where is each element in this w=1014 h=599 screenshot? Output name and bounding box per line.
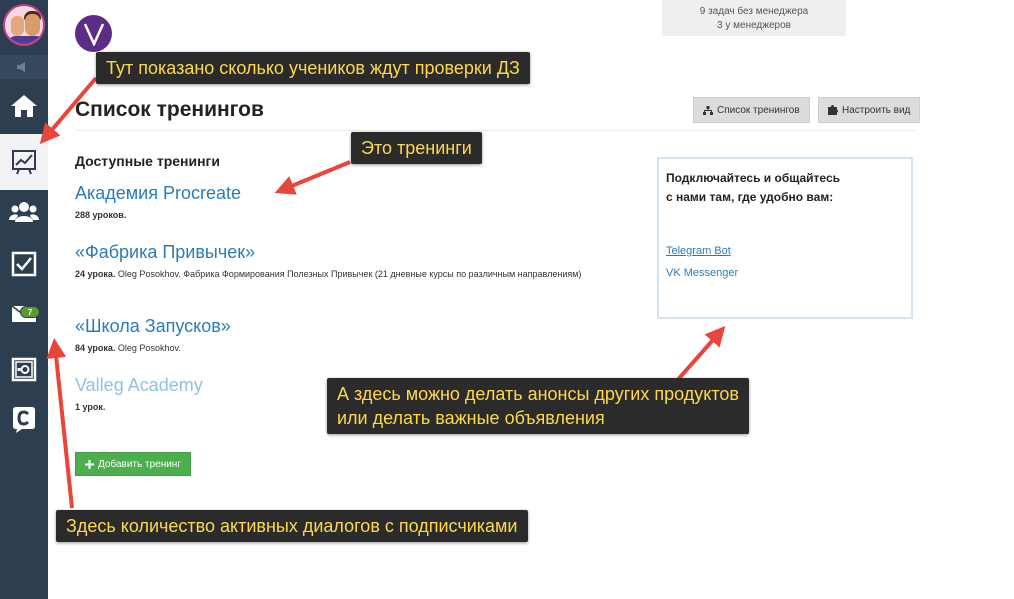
avatar-face-right bbox=[25, 14, 40, 36]
user-avatar[interactable] bbox=[3, 4, 45, 46]
sidebar-item-users[interactable] bbox=[0, 184, 48, 240]
training-title-link[interactable]: «Школа Запусков» bbox=[75, 315, 605, 337]
training-list-button-label: Список тренингов bbox=[717, 104, 800, 116]
training-meta: 84 урока. Oleg Posokhov. bbox=[75, 341, 605, 356]
trainings-annotation: Это тренинги bbox=[351, 132, 482, 164]
customize-view-button[interactable]: Настроить вид bbox=[818, 97, 921, 123]
lesson-count: 1 урок. bbox=[75, 402, 106, 412]
training-item: Академия Procreate 288 уроков. bbox=[75, 182, 605, 223]
page: 7 9 задач без менеджера 3 у менеджеров С… bbox=[0, 0, 1014, 599]
training-meta: 288 уроков. bbox=[75, 208, 605, 223]
homework-annotation: Тут показано сколько учеников ждут прове… bbox=[96, 52, 530, 84]
announce-annotation-line2: или делать важные объявления bbox=[337, 408, 605, 428]
tasks-with-managers: 3 у менеджеров bbox=[717, 20, 791, 31]
c-logo-icon bbox=[13, 407, 35, 433]
add-training-button[interactable]: Добавить тренинг bbox=[75, 452, 191, 476]
plus-icon bbox=[85, 459, 95, 469]
sidebar: 7 bbox=[0, 0, 48, 599]
sidebar-item-tasks[interactable] bbox=[0, 236, 48, 292]
sidebar-item-stats[interactable] bbox=[0, 134, 48, 190]
tasks-without-manager: 9 задач без менеджера bbox=[699, 6, 809, 17]
messages-count-badge: 7 bbox=[20, 306, 40, 318]
telegram-bot-link[interactable]: Telegram Bot bbox=[666, 245, 904, 257]
header-divider bbox=[75, 130, 917, 131]
sidebar-item-safe[interactable] bbox=[0, 342, 48, 398]
training-list-button[interactable]: Список тренингов bbox=[693, 97, 810, 123]
users-icon bbox=[9, 202, 39, 222]
announce-annotation-line1: А здесь можно делать анонсы других проду… bbox=[337, 384, 739, 404]
avatar-body bbox=[9, 36, 43, 44]
contact-heading-line1: Подключайтесь и общайтесь bbox=[666, 171, 840, 185]
announce-arrow bbox=[672, 326, 726, 386]
sidebar-item-messages[interactable]: 7 bbox=[0, 290, 48, 346]
lesson-count: 24 урока. bbox=[75, 269, 116, 279]
vk-messenger-link[interactable]: VK Messenger bbox=[666, 267, 904, 279]
contact-panel: Подключайтесь и общайтесь с нами там, гд… bbox=[657, 157, 913, 319]
home-icon bbox=[11, 95, 37, 117]
training-title-link[interactable]: Академия Procreate bbox=[75, 182, 605, 204]
training-item: «Школа Запусков» 84 урока. Oleg Posokhov… bbox=[75, 315, 605, 356]
safe-icon bbox=[11, 357, 37, 382]
sidebar-item-chat[interactable] bbox=[0, 392, 48, 448]
contact-heading-line2: с нами там, где удобно вам: bbox=[666, 190, 834, 204]
chart-icon bbox=[12, 150, 36, 175]
school-logo[interactable] bbox=[75, 15, 112, 52]
announce-annotation: А здесь можно делать анонсы других проду… bbox=[327, 378, 749, 434]
sidebar-item-home[interactable] bbox=[0, 78, 48, 134]
add-training-button-label: Добавить тренинг bbox=[98, 458, 181, 470]
puzzle-icon bbox=[828, 105, 838, 115]
avatar-face-left bbox=[11, 16, 24, 36]
training-item: «Фабрика Привычек» 24 урока. Oleg Posokh… bbox=[75, 241, 605, 282]
tasks-stats[interactable]: 9 задач без менеджера 3 у менеджеров bbox=[662, 0, 846, 36]
training-description: Oleg Posokhov. bbox=[117, 343, 181, 353]
customize-view-button-label: Настроить вид bbox=[842, 104, 911, 116]
announcement-icon[interactable] bbox=[0, 55, 48, 79]
sitemap-icon bbox=[703, 105, 713, 115]
available-trainings-heading: Доступные тренинги bbox=[75, 153, 220, 169]
lesson-count: 84 урока. bbox=[75, 343, 116, 353]
v-logo-icon bbox=[83, 22, 104, 46]
dialogs-arrow bbox=[46, 338, 74, 509]
page-title: Список тренингов bbox=[75, 98, 264, 121]
training-meta: 24 урока. Oleg Posokhov. Фабрика Формиро… bbox=[75, 267, 605, 282]
training-description: Oleg Posokhov. Фабрика Формирования Поле… bbox=[117, 269, 582, 279]
checkbox-icon bbox=[11, 251, 37, 277]
lesson-count: 288 уроков. bbox=[75, 210, 127, 220]
training-title-link[interactable]: «Фабрика Привычек» bbox=[75, 241, 605, 263]
dialogs-annotation: Здесь количество активных диалогов с под… bbox=[56, 510, 528, 542]
